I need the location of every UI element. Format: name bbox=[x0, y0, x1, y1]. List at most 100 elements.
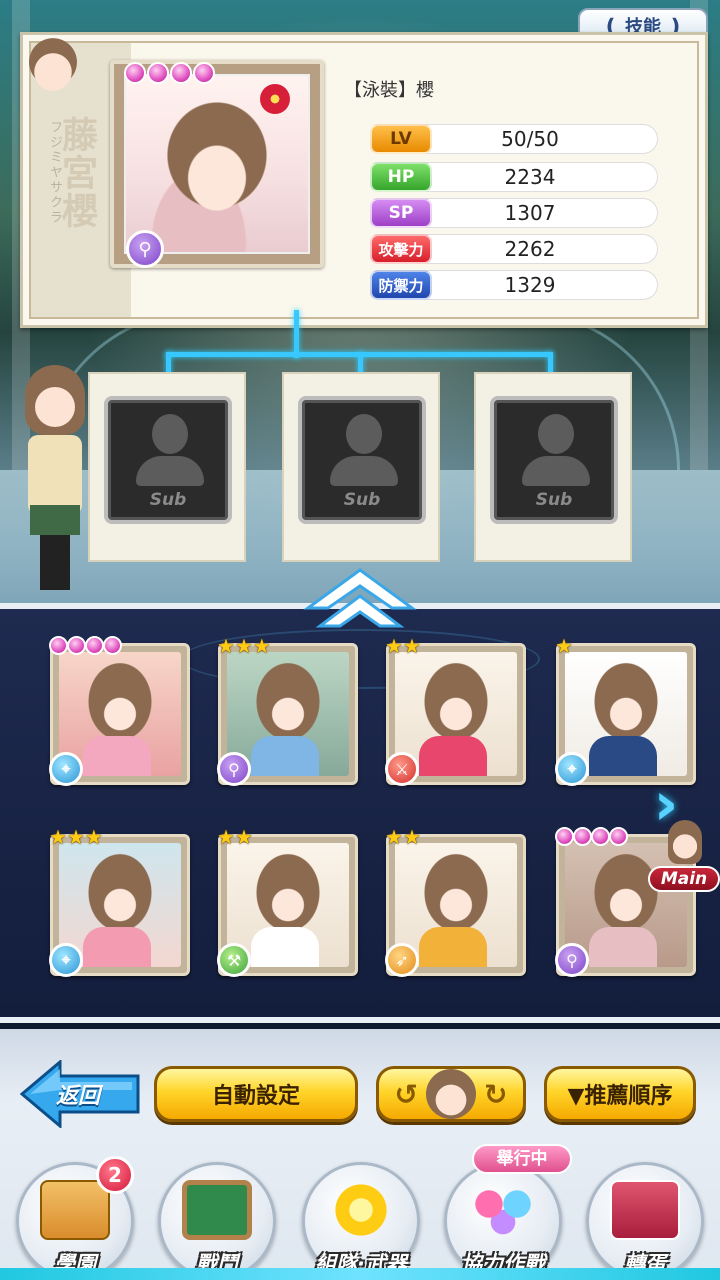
sub-slot-1[interactable]: Sub bbox=[88, 372, 246, 562]
character-chibi-avatar bbox=[24, 36, 82, 94]
star-icon: ★ bbox=[402, 825, 421, 849]
heart-icon bbox=[193, 62, 215, 84]
roster-card-7[interactable]: ★ ★ ➶ bbox=[385, 825, 526, 977]
roster-card-6[interactable]: ★ ★ ⚒ bbox=[217, 825, 358, 977]
standing-character-sprite bbox=[20, 365, 90, 595]
rotate-right-icon: ↻ bbox=[484, 1077, 508, 1111]
spear-type-icon: ➶ bbox=[385, 943, 419, 977]
star-icon: ★ bbox=[385, 825, 403, 849]
back-button-label: 返回 bbox=[56, 1084, 101, 1109]
character-name-kanji: 藤宮櫻 bbox=[56, 116, 97, 230]
wand-type-icon: ⚲ bbox=[217, 752, 251, 786]
wand-type-icon: ⚲ bbox=[126, 230, 164, 268]
stat-row-sp: SP 1307 bbox=[370, 198, 658, 228]
rarity-stars: ★ ★ bbox=[385, 825, 421, 849]
roster-card-2[interactable]: ★ ★ ★ ⚲ bbox=[217, 634, 358, 786]
sort-label: ▼推薦順序 bbox=[567, 1084, 673, 1109]
rarity-stars: ★ bbox=[555, 634, 573, 658]
back-button[interactable]: 返回 bbox=[19, 1058, 142, 1130]
rarity-hearts bbox=[124, 62, 215, 84]
swap-main-button[interactable]: ↺ ↻ bbox=[376, 1066, 526, 1122]
chalkboard-icon bbox=[182, 1180, 252, 1240]
roster-card-3[interactable]: ★ ★ ⚔ bbox=[385, 634, 526, 786]
sub-slot-frame: Sub bbox=[298, 396, 426, 524]
bottom-strip bbox=[0, 1268, 720, 1280]
heart-icon bbox=[124, 62, 146, 84]
nav-battle[interactable]: 戰鬥 bbox=[152, 1158, 282, 1280]
heart-icon bbox=[573, 827, 592, 846]
sub-slot-label: Sub bbox=[343, 490, 381, 510]
sub-slot-3[interactable]: Sub bbox=[474, 372, 632, 562]
rarity-stars: ★ ★ bbox=[385, 634, 421, 658]
heart-icon bbox=[170, 62, 192, 84]
sort-button[interactable]: ▼推薦順序 bbox=[544, 1066, 696, 1122]
sub-slot-label: Sub bbox=[149, 490, 187, 510]
stat-label: HP bbox=[370, 162, 432, 192]
stat-value: 50/50 bbox=[501, 127, 559, 151]
sword-type-icon: ⚔ bbox=[385, 752, 419, 786]
stat-label: 防禦力 bbox=[370, 270, 432, 300]
stat-row-defense: 防禦力 1329 bbox=[370, 270, 658, 300]
school-building-icon bbox=[40, 1180, 110, 1240]
heart-icon bbox=[103, 636, 122, 655]
rotate-left-icon: ↺ bbox=[394, 1077, 418, 1111]
star-icon: ★ bbox=[234, 825, 253, 849]
stat-label: SP bbox=[370, 198, 432, 228]
rarity-hearts bbox=[49, 636, 122, 655]
heart-icon bbox=[609, 827, 628, 846]
nav-gacha[interactable]: 轉蛋 bbox=[580, 1158, 710, 1280]
sub-slot-2[interactable]: Sub bbox=[282, 372, 440, 562]
event-ongoing-tag: 舉行中 bbox=[472, 1144, 572, 1174]
stat-row-lv: LV 50/50 bbox=[370, 124, 658, 154]
rarity-stars: ★ ★ ★ bbox=[49, 825, 103, 849]
roster-card-5[interactable]: ★ ★ ★ ⌖ bbox=[49, 825, 190, 977]
star-icon: ★ bbox=[252, 634, 271, 658]
balloons-icon bbox=[468, 1180, 538, 1240]
empty-avatar-icon bbox=[538, 414, 574, 454]
nav-coop-battle[interactable]: 協力作戰 bbox=[438, 1158, 568, 1280]
auto-set-button[interactable]: 自動設定 bbox=[154, 1066, 358, 1122]
character-face-icon bbox=[426, 1069, 476, 1119]
star-icon: ★ bbox=[555, 634, 573, 658]
star-icon: ★ bbox=[217, 825, 235, 849]
stat-row-hp: HP 2234 bbox=[370, 162, 658, 192]
heart-icon bbox=[49, 636, 68, 655]
stat-row-attack: 攻擊力 2262 bbox=[370, 234, 658, 264]
auto-set-label: 自動設定 bbox=[211, 1084, 300, 1109]
star-icon: ★ bbox=[49, 825, 67, 849]
star-icon: ★ bbox=[217, 634, 235, 658]
gun-type-icon: ⌖ bbox=[555, 752, 589, 786]
nav-team-weapon[interactable]: 組隊·武器 bbox=[296, 1158, 426, 1280]
stat-value: 1329 bbox=[504, 273, 556, 297]
star-icon: ★ bbox=[234, 634, 253, 658]
sub-slot-frame: Sub bbox=[490, 396, 618, 524]
ticket-card-icon bbox=[610, 1180, 680, 1240]
sub-slot-frame: Sub bbox=[104, 396, 232, 524]
rarity-stars: ★ ★ bbox=[217, 825, 253, 849]
sub-slot-label: Sub bbox=[535, 490, 573, 510]
hibiscus-flower-icon bbox=[260, 84, 290, 114]
character-title: 【泳裝】櫻 bbox=[344, 80, 434, 101]
heart-icon bbox=[591, 827, 610, 846]
heart-icon bbox=[555, 827, 574, 846]
star-icon: ★ bbox=[402, 634, 421, 658]
rarity-hearts bbox=[555, 827, 628, 846]
empty-avatar-icon bbox=[152, 414, 188, 454]
star-icon: ★ bbox=[385, 634, 403, 658]
stat-label: LV bbox=[370, 124, 432, 154]
heart-icon bbox=[85, 636, 104, 655]
stat-value: 2234 bbox=[504, 165, 556, 189]
heart-icon bbox=[147, 62, 169, 84]
stat-value: 1307 bbox=[504, 201, 556, 225]
heart-icon bbox=[67, 636, 86, 655]
expand-up-arrow-icon[interactable] bbox=[300, 566, 420, 636]
roster-card-1[interactable]: ⌖ bbox=[49, 636, 190, 786]
star-icon: ★ bbox=[84, 825, 103, 849]
connector-line bbox=[294, 310, 299, 358]
hammer-type-icon: ⚒ bbox=[217, 943, 251, 977]
empty-avatar-icon bbox=[346, 414, 382, 454]
star-icon: ★ bbox=[66, 825, 85, 849]
main-tag: Main bbox=[648, 866, 720, 892]
gun-type-icon: ⌖ bbox=[49, 943, 83, 977]
stat-label: 攻擊力 bbox=[370, 234, 432, 264]
